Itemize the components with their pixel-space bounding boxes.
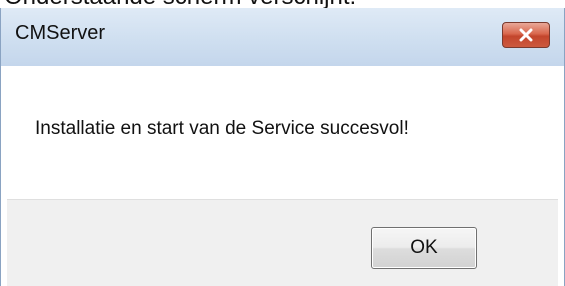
message-dialog: CMServer Installatie en start van de Ser… xyxy=(0,8,565,286)
dialog-message: Installatie en start van de Service succ… xyxy=(35,118,409,139)
button-area: OK xyxy=(7,199,558,286)
ok-button[interactable]: OK xyxy=(371,227,477,269)
close-button[interactable] xyxy=(502,22,550,48)
close-icon xyxy=(519,28,533,42)
title-bar[interactable]: CMServer xyxy=(1,8,564,66)
dialog-content: Installatie en start van de Service succ… xyxy=(7,66,558,286)
page-caption: Onderstaande scherm verschijnt: xyxy=(0,0,565,8)
window-title: CMServer xyxy=(15,22,106,44)
